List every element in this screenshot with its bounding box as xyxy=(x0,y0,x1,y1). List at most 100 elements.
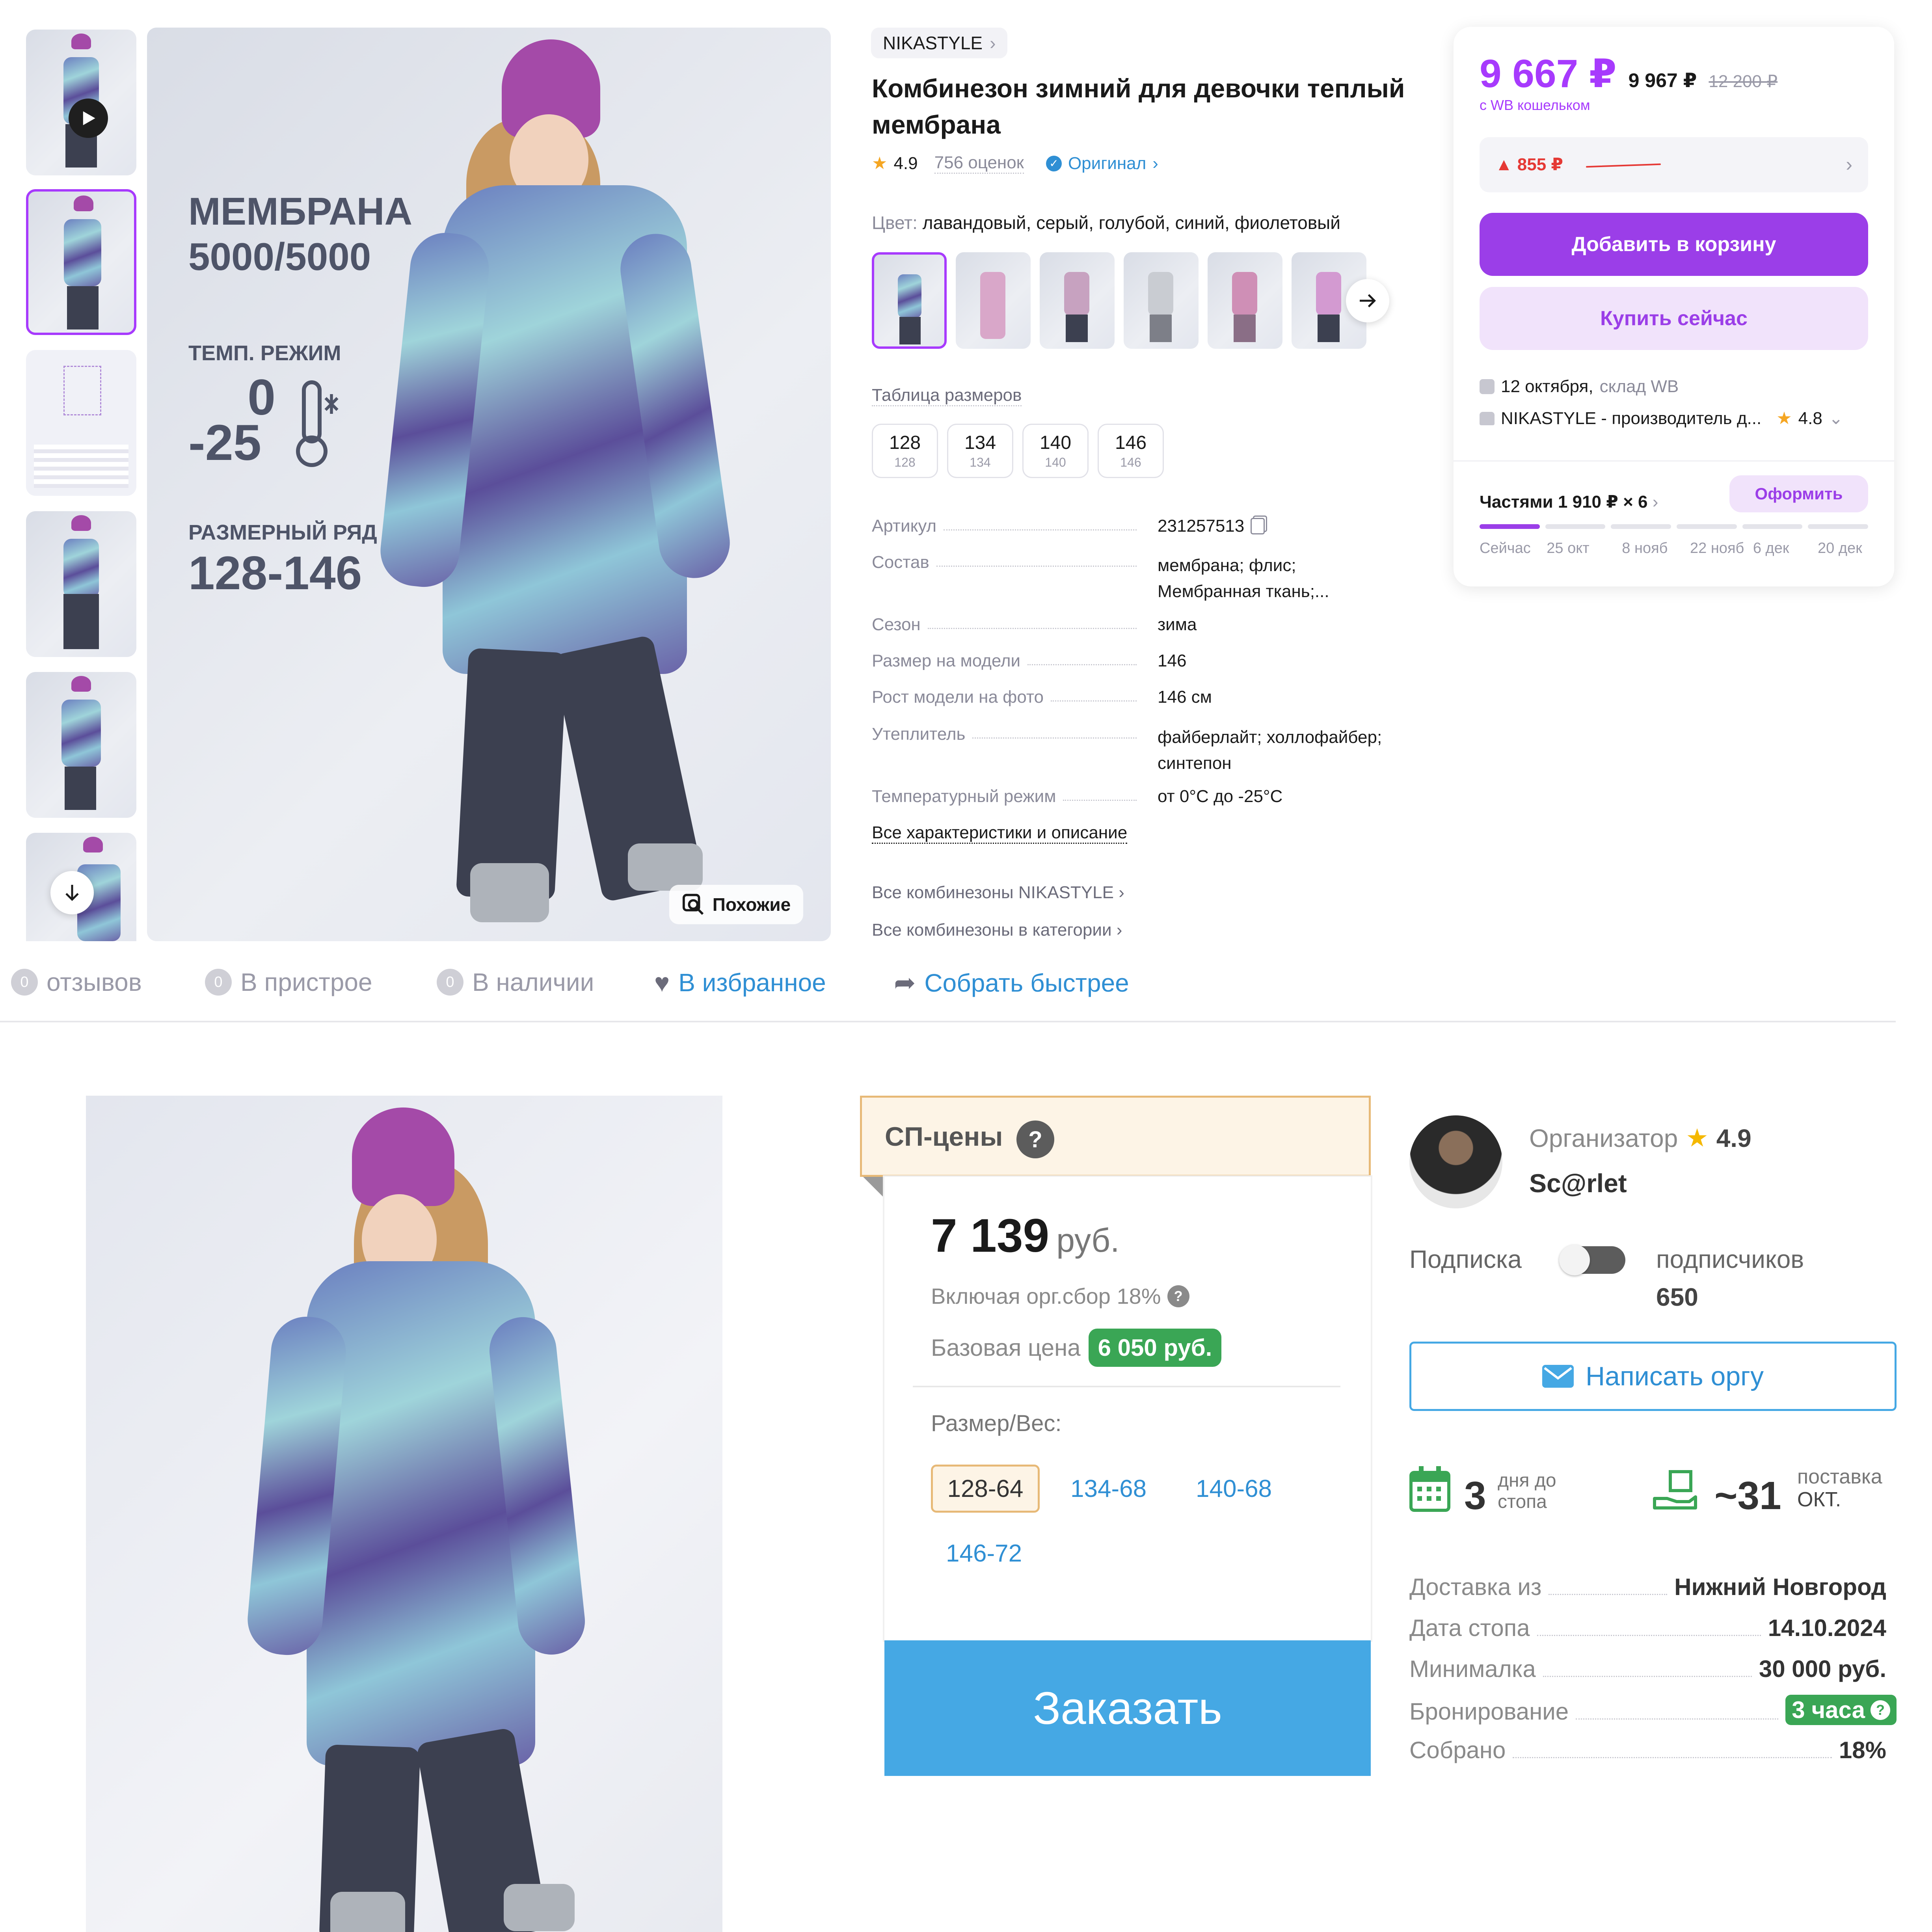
category-link[interactable]: Все комбинезоны в категории xyxy=(872,920,1112,940)
progress-segment xyxy=(1677,524,1737,529)
brand-link[interactable]: Все комбинезоны NIKASTYLE xyxy=(872,883,1114,902)
org-rating: 4.9 xyxy=(1716,1124,1751,1152)
sp-size-128[interactable]: 128-64 xyxy=(931,1465,1040,1513)
sp-size-140[interactable]: 140-68 xyxy=(1196,1475,1272,1503)
reviews-tab[interactable]: 0 отзывов xyxy=(11,968,142,997)
installment-label: Частями 1 910 ₽ × 6 xyxy=(1480,492,1648,512)
supply-caption-2: ОКТ. xyxy=(1797,1488,1841,1511)
subscribers-label: подписчиков xyxy=(1656,1245,1804,1273)
installment-row[interactable]: Частями 1 910 ₽ × 6 › xyxy=(1480,492,1658,512)
write-organizer-button[interactable]: Написать оргу xyxy=(1409,1342,1897,1411)
size-chip-134[interactable]: 134 134 xyxy=(947,424,1013,478)
spec-composition: Состав xyxy=(872,553,1144,572)
thumbnail-4[interactable] xyxy=(26,511,136,657)
stock-tab[interactable]: 0 В наличии xyxy=(437,968,594,997)
size-chip-146[interactable]: 146 146 xyxy=(1098,424,1164,478)
main-product-image[interactable]: МЕМБРАНА 5000/5000 ТЕМП. РЕЖИМ 0 -25 РАЗ… xyxy=(147,28,831,941)
promo-size-label: РАЗМЕРНЫЙ РЯД xyxy=(188,521,377,544)
order-button[interactable]: Заказать xyxy=(884,1640,1371,1776)
spec-composition-value: мембрана; флис; Мембранная ткань;... xyxy=(1158,553,1329,605)
color-variant-4[interactable] xyxy=(1124,252,1199,349)
seller-row[interactable]: NIKASTYLE - производитель д... ★ 4.8 ⌄ xyxy=(1480,408,1843,428)
info-row-stop-date: Дата стопа 14.10.2024 xyxy=(1409,1614,1886,1642)
thumbnail-5[interactable] xyxy=(26,672,136,818)
next-arrow-icon[interactable] xyxy=(1346,279,1389,322)
scroll-down-icon[interactable] xyxy=(50,871,94,914)
original-link[interactable]: Оригинал xyxy=(1068,154,1146,173)
thumbnail-1[interactable] xyxy=(26,30,136,175)
buy-now-label: Купить сейчас xyxy=(1600,307,1748,330)
size-chip-main: 146 xyxy=(1115,432,1147,453)
all-specs-link[interactable]: Все характеристики и описание xyxy=(872,823,1128,844)
add-to-cart-button[interactable]: Добавить в корзину xyxy=(1480,213,1868,276)
sp-size-134[interactable]: 134-68 xyxy=(1070,1475,1147,1503)
reviews-link[interactable]: 756 оценок xyxy=(934,153,1024,174)
org-name[interactable]: Sc@rlet xyxy=(1529,1168,1627,1198)
sp-size-146[interactable]: 146-72 xyxy=(946,1539,1022,1567)
sp-price-unit: руб. xyxy=(1056,1222,1120,1259)
chevron-right-icon: › xyxy=(990,33,996,53)
delivery-warehouse: склад WB xyxy=(1599,377,1679,396)
subscribers-count: 650 xyxy=(1656,1283,1698,1311)
booking-badge[interactable]: 3 часа ? xyxy=(1785,1695,1897,1725)
brand-link-row[interactable]: Все комбинезоны NIKASTYLE › xyxy=(872,883,1124,903)
color-variant-3[interactable] xyxy=(1040,252,1115,349)
spec-temperature-value: от 0°C до -25°C xyxy=(1158,787,1283,806)
info-row-booking: Бронирование 3 часа ? xyxy=(1409,1695,1897,1725)
price-old: 12 200 ₽ xyxy=(1709,72,1778,91)
section-divider xyxy=(0,1021,1896,1022)
size-chip-main: 128 xyxy=(889,432,921,453)
size-chip-128[interactable]: 128 128 xyxy=(872,424,938,478)
size-chip-140[interactable]: 140 140 xyxy=(1022,424,1089,478)
category-link-row[interactable]: Все комбинезоны в категории › xyxy=(872,920,1122,940)
thumbnail-2[interactable] xyxy=(26,189,136,335)
verified-icon: ✓ xyxy=(1046,155,1062,171)
info-key: Минималка xyxy=(1409,1656,1536,1682)
subscribe-toggle[interactable] xyxy=(1559,1245,1625,1275)
color-variant-5[interactable] xyxy=(1208,252,1282,349)
buy-now-button[interactable]: Купить сейчас xyxy=(1480,287,1868,350)
info-key: Доставка из xyxy=(1409,1574,1542,1600)
progress-segment xyxy=(1742,524,1803,529)
days-caption: дня до стопа xyxy=(1498,1470,1556,1513)
copy-icon[interactable] xyxy=(1251,518,1265,534)
price-history-row[interactable]: ▲ 855 ₽ › xyxy=(1480,137,1868,192)
product-title-line1: Комбинезон зимний для девочки теплый xyxy=(872,74,1405,103)
info-key: Бронирование xyxy=(1409,1698,1569,1725)
spec-article: Артикул xyxy=(872,516,1144,536)
subscribe-label: Подписка xyxy=(1409,1245,1522,1273)
sp-base-label: Базовая цена xyxy=(931,1335,1081,1361)
spec-season: Сезон xyxy=(872,615,1144,635)
help-icon[interactable]: ? xyxy=(1016,1120,1054,1158)
promo-membrane-value: 5000/5000 xyxy=(188,235,371,278)
fast-collect-button[interactable]: ➦ Собрать быстрее xyxy=(894,968,1129,998)
order-label: Заказать xyxy=(1033,1683,1222,1734)
help-icon[interactable]: ? xyxy=(1167,1285,1189,1307)
product-title: Комбинезон зимний для девочки теплый мем… xyxy=(872,70,1405,143)
chevron-right-icon: › xyxy=(1652,492,1658,512)
similar-button[interactable]: Похожие xyxy=(669,885,803,924)
spec-key: Сезон xyxy=(872,615,921,634)
color-variant-1[interactable] xyxy=(872,252,947,349)
sp-product-image[interactable] xyxy=(86,1096,722,1932)
add-to-cart-label: Добавить в корзину xyxy=(1571,233,1776,256)
avatar[interactable] xyxy=(1409,1115,1502,1208)
star-icon: ★ xyxy=(872,154,888,173)
product-title-line2: мембрана xyxy=(872,110,1001,139)
sp-base-row: Базовая цена 6 050 руб. xyxy=(931,1329,1222,1367)
play-icon[interactable] xyxy=(69,99,108,138)
color-variant-2[interactable] xyxy=(956,252,1031,349)
brand-chip[interactable]: NIKASTYLE › xyxy=(871,28,1008,58)
fitting-tab-label: В пристрое xyxy=(240,968,372,996)
org-label: Организатор xyxy=(1529,1124,1678,1152)
brand-name: NIKASTYLE xyxy=(883,33,983,53)
favorite-button[interactable]: ♥ В избранное xyxy=(654,968,826,998)
size-table-link[interactable]: Таблица размеров xyxy=(872,385,1022,406)
fitting-tab[interactable]: 0 В пристрое xyxy=(205,968,372,997)
spec-value: 231257513 xyxy=(1158,516,1245,536)
schedule-label: 6 дек xyxy=(1753,540,1789,557)
thumbnail-3[interactable] xyxy=(26,350,136,496)
color-row: Цвет: лавандовый, серый, голубой, синий,… xyxy=(872,212,1340,233)
sp-fee: Включая орг.сбор 18% xyxy=(931,1284,1161,1308)
checkout-button[interactable]: Оформить xyxy=(1729,475,1868,512)
